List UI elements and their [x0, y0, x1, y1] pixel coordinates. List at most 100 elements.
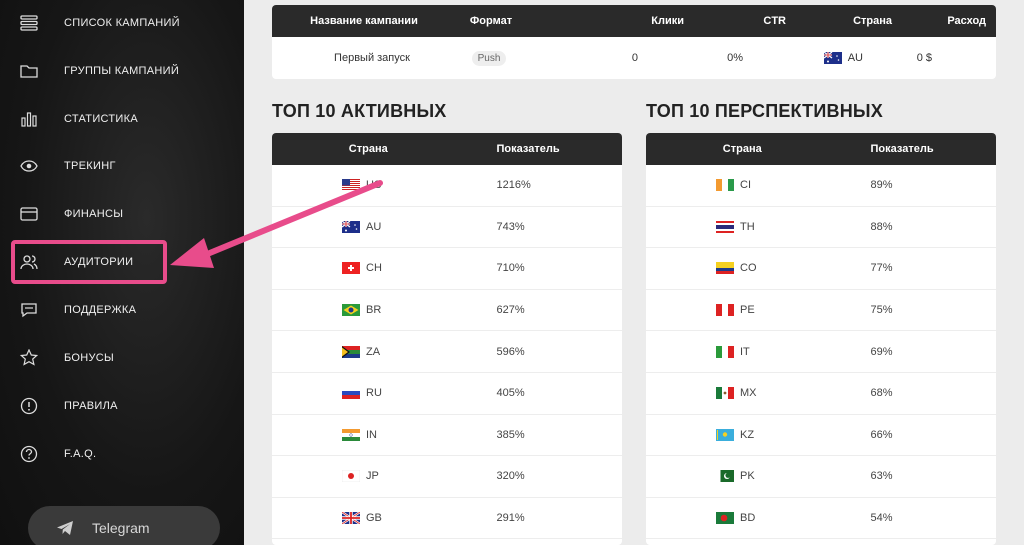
row-value: 385%	[496, 428, 525, 441]
row-value: 54%	[870, 512, 893, 525]
country-code: TH	[740, 220, 755, 233]
row-country: RU	[272, 387, 465, 400]
sidebar-item-tracking[interactable]: ТРЕКИНГ	[20, 151, 220, 181]
table-row: RU 405%	[272, 373, 622, 415]
flag-in-icon	[342, 428, 360, 441]
col-header-country: Страна	[348, 143, 388, 155]
sidebar-item-rules[interactable]: ПРАВИЛА	[20, 391, 220, 421]
table-row: BR 627%	[272, 290, 622, 332]
sidebar-item-support[interactable]: ПОДДЕРЖКА	[20, 295, 220, 325]
table-row: IN 385%	[272, 415, 622, 457]
sidebar-item-label: ПРАВИЛА	[64, 400, 118, 412]
country-code: BD	[740, 512, 756, 525]
row-country: AU	[272, 220, 465, 233]
row-value: 88%	[870, 220, 893, 233]
country-code: US	[366, 179, 382, 192]
table-row: KZ 66%	[646, 415, 996, 457]
row-country: CI	[646, 179, 839, 192]
sidebar: СПИСОК КАМПАНИЙ ГРУППЫ КАМПАНИЙ СТАТИСТИ…	[0, 0, 244, 545]
sidebar-item-campaign-groups[interactable]: ГРУППЫ КАМПАНИЙ	[20, 56, 220, 86]
row-country: MX	[646, 387, 839, 400]
top-active-header: Страна Показатель	[272, 133, 622, 165]
campaign-country: AU	[743, 51, 863, 64]
flag-pk-icon	[716, 470, 734, 483]
campaign-country-code: AU	[847, 52, 863, 64]
col-header-value: Показатель	[870, 143, 934, 155]
country-code: AU	[366, 220, 382, 233]
flag-au-icon	[823, 51, 842, 64]
top-prospective-header: Страна Показатель	[646, 133, 996, 165]
country-code: IT	[740, 345, 750, 358]
folder-icon	[20, 61, 52, 81]
top-prospective-table: Страна Показатель CI 89% TH 88% CO 77% PE 75% IT…	[646, 133, 996, 545]
col-header-clicks: Клики	[651, 15, 684, 27]
row-value: 627%	[496, 304, 525, 317]
info-icon	[20, 396, 52, 416]
country-code: JP	[366, 470, 379, 483]
question-icon	[20, 444, 52, 464]
flag-th-icon	[716, 220, 734, 233]
table-row: CH 710%	[272, 248, 622, 290]
flag-br-icon	[342, 304, 360, 317]
flag-pe-icon	[716, 304, 734, 317]
flag-mx-icon	[716, 387, 734, 400]
table-row: TH 88%	[646, 207, 996, 249]
flag-kz-icon	[716, 428, 734, 441]
table-row: IT 69%	[646, 331, 996, 373]
flag-au-icon	[341, 220, 360, 233]
row-value: 68%	[870, 387, 893, 400]
table-row: AU 743%	[272, 207, 622, 249]
telegram-button[interactable]: Telegram	[28, 506, 220, 545]
col-header-spend: Расход	[947, 15, 986, 27]
flag-bd-icon	[716, 512, 734, 525]
table-row: ZA 596%	[272, 331, 622, 373]
country-code: IN	[366, 428, 377, 441]
campaign-ctr: 0%	[727, 52, 743, 64]
col-header-format: Формат	[469, 15, 513, 27]
sidebar-item-campaign-list[interactable]: СПИСОК КАМПАНИЙ	[20, 8, 220, 38]
telegram-icon	[56, 519, 74, 537]
audiences-highlight	[11, 240, 167, 284]
row-country: IN	[272, 428, 465, 441]
sidebar-item-label: F.A.Q.	[64, 448, 97, 460]
row-country: TH	[646, 220, 839, 233]
card-icon	[20, 204, 52, 224]
sidebar-item-faq[interactable]: F.A.Q.	[20, 439, 220, 469]
sidebar-item-label: СТАТИСТИКА	[64, 113, 138, 125]
country-code: BR	[366, 304, 382, 317]
chat-icon	[20, 300, 52, 320]
table-row[interactable]: Первый запуск Push 0 0% AU 0 $	[272, 37, 996, 79]
format-badge: Push	[471, 50, 507, 66]
top-prospective-title: ТОП 10 ПЕРСПЕКТИВНЫХ	[646, 101, 883, 121]
flag-us-icon	[342, 179, 360, 192]
list-icon	[20, 13, 52, 33]
top-active-title: ТОП 10 АКТИВНЫХ	[272, 101, 447, 121]
row-value: 69%	[870, 345, 893, 358]
row-value: 63%	[870, 470, 893, 483]
row-country: BR	[272, 304, 465, 317]
country-code: CI	[740, 179, 751, 192]
row-country: PK	[646, 470, 839, 483]
row-value: 743%	[496, 220, 525, 233]
row-country: ZA	[272, 345, 465, 358]
campaigns-table: Название кампании Формат Клики CTR Стран…	[272, 5, 996, 79]
col-header-country: Страна	[722, 143, 762, 155]
col-header-name: Название кампании	[310, 15, 418, 27]
flag-gb-icon	[341, 511, 361, 525]
sidebar-item-bonuses[interactable]: БОНУСЫ	[20, 343, 220, 373]
telegram-label: Telegram	[92, 520, 150, 536]
flag-co-icon	[716, 262, 734, 275]
table-row: JP 320%	[272, 456, 622, 498]
sidebar-item-statistics[interactable]: СТАТИСТИКА	[20, 104, 220, 134]
campaign-name[interactable]: Первый запуск	[272, 52, 472, 64]
flag-ru-icon	[342, 387, 360, 400]
row-value: 291%	[496, 512, 525, 525]
table-row: BD 54%	[646, 498, 996, 540]
flag-za-icon	[342, 345, 360, 358]
sidebar-item-label: БОНУСЫ	[64, 352, 115, 364]
campaign-spend: 0 $	[916, 52, 932, 64]
col-header-country: Страна	[853, 15, 892, 27]
sidebar-item-finance[interactable]: ФИНАНСЫ	[20, 199, 220, 229]
top-active-table: Страна Показатель US 1216% AU 743% CH 710% BR 6…	[272, 133, 622, 545]
flag-it-icon	[716, 345, 734, 358]
